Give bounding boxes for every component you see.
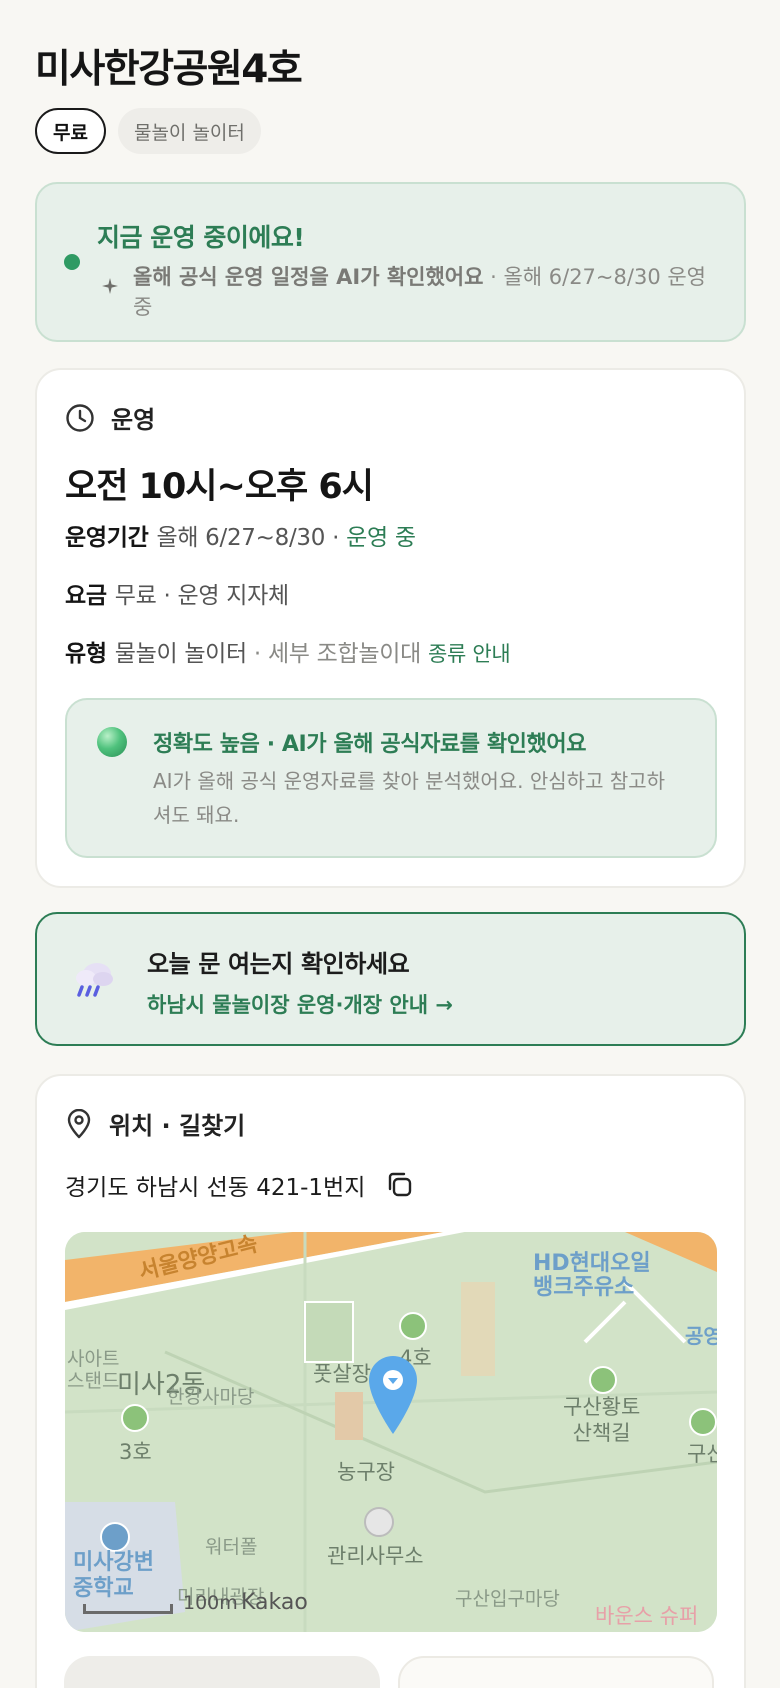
map-label-trail-line2: 산책길 <box>572 1421 631 1445</box>
map-view[interactable]: 서울양양고속 HD현대오일 뱅크주유소 공영 사아트 스탠드 미사2동 한강사마… <box>65 1232 717 1632</box>
map-label-bounce: 바운스 슈퍼 <box>595 1604 699 1628</box>
operating-hours: 오전 10시~오후 6시 <box>65 467 374 507</box>
alert-title: 오늘 문 여는지 확인하세요 <box>147 950 410 978</box>
map-label-waterpool: 워터폴 <box>205 1536 258 1558</box>
map-marker-icon[interactable] <box>367 1354 419 1438</box>
type-value: 물놀이 놀이터 <box>114 641 247 667</box>
status-sub-bold: 올해 공식 운영 일정을 AI가 확인했어요 <box>133 265 484 289</box>
map-label-trail: 구산황토 산책길 <box>563 1394 640 1446</box>
period-value: 올해 6/27~8/30 · <box>156 525 347 551</box>
map-label-trail-line1: 구산황토 <box>563 1395 641 1419</box>
alert-link[interactable]: 하남시 물놀이장 운영·개장 안내 → <box>147 989 453 1019</box>
tag-free[interactable]: 무료 <box>35 108 106 154</box>
operation-card: 운영 오전 10시~오후 6시 운영기간 올해 6/27~8/30 · 운영 중 … <box>35 368 746 888</box>
type-guide-link[interactable]: 종류 안내 <box>428 642 511 666</box>
map-label-parking: 공영 <box>685 1324 717 1348</box>
fee-value: 무료 · 운영 지자체 <box>114 583 289 609</box>
map-label-school-line1: 미사강변 <box>73 1550 154 1575</box>
tree-icon <box>689 1408 717 1436</box>
location-card: 위치 · 길찾기 경기도 하남시 선동 421-1번지 서울양양고속 HD현대오… <box>35 1074 746 1688</box>
address-row: 경기도 하남시 선동 421-1번지 <box>65 1168 415 1202</box>
map-label-school: 미사강변 중학교 <box>73 1550 154 1602</box>
tree-icon <box>589 1366 617 1394</box>
map-label-school-line2: 중학교 <box>73 1576 134 1601</box>
map-label-entrance: 구산입구마당 <box>455 1588 560 1610</box>
period-key: 운영기간 <box>65 525 149 551</box>
accuracy-orb-icon <box>97 727 127 757</box>
operating-status-card: 지금 운영 중이에요! 올해 공식 운영 일정을 AI가 확인했어요 · 올해 … <box>35 182 746 342</box>
location-pin-icon <box>67 1108 91 1138</box>
page-title: 미사한강공원4호 <box>35 47 303 92</box>
bottom-action-right[interactable] <box>398 1656 714 1688</box>
map-label-site-line2: 스탠드 <box>67 1370 120 1392</box>
sparkle-icon <box>102 278 118 294</box>
operation-section-header: 운영 <box>65 400 155 435</box>
map-label-area3: 3호 <box>119 1440 152 1464</box>
rain-cloud-icon <box>76 963 113 997</box>
map-label-station-line1: HD현대오일 <box>533 1251 651 1276</box>
map-label-madang: 한강사마당 <box>167 1386 255 1408</box>
accuracy-box: 정확도 높음 · AI가 올해 공식자료를 확인했어요 AI가 올해 공식 운영… <box>65 698 717 858</box>
location-section-label: 위치 · 길찾기 <box>109 1112 246 1140</box>
type-detail: · 세부 조합놀이대 <box>246 641 428 667</box>
tree-icon <box>121 1404 149 1432</box>
type-key: 유형 <box>65 641 107 667</box>
accuracy-title: 정확도 높음 · AI가 올해 공식자료를 확인했어요 <box>153 732 587 757</box>
accuracy-body: AI가 올해 공식 운영자료를 찾아 분석했어요. 안심하고 참고하셔도 돼요. <box>153 769 666 827</box>
tree-icon <box>399 1312 427 1340</box>
map-label-site: 사아트 스탠드 <box>67 1348 119 1392</box>
map-label-station-line2: 뱅크주유소 <box>533 1275 635 1300</box>
tag-list: 무료 물놀이 놀이터 <box>35 108 261 154</box>
map-label-gusan: 구산 <box>687 1442 717 1466</box>
tag-water-playground[interactable]: 물놀이 놀이터 <box>117 108 261 154</box>
check-open-alert[interactable]: 오늘 문 여는지 확인하세요 하남시 물놀이장 운영·개장 안내 → <box>35 912 746 1046</box>
map-label-court: 농구장 <box>337 1460 395 1484</box>
fee-row: 요금 무료 · 운영 지자체 <box>65 576 289 610</box>
fee-key: 요금 <box>65 583 107 609</box>
status-dot-icon <box>64 254 80 270</box>
bottom-action-left[interactable] <box>64 1656 380 1688</box>
status-subtitle: 올해 공식 운영 일정을 AI가 확인했어요 · 올해 6/27~8/30 운영… <box>133 262 723 322</box>
map-label-office: 관리사무소 <box>327 1544 424 1568</box>
map-label-station: HD현대오일 뱅크주유소 <box>533 1252 651 1300</box>
location-section-header: 위치 · 길찾기 <box>65 1106 245 1141</box>
map-scale-label: 100m <box>183 1592 238 1614</box>
map-label-site-line1: 사아트 <box>67 1348 120 1370</box>
address-text: 경기도 하남시 선동 421-1번지 <box>65 1175 366 1201</box>
map-label-grass: 풋살장 <box>313 1362 371 1386</box>
map-brand-label: Kakao <box>241 1590 308 1615</box>
type-row: 유형 물놀이 놀이터 · 세부 조합놀이대 종류 안내 <box>65 634 511 668</box>
period-status: 운영 중 <box>346 525 416 551</box>
status-title: 지금 운영 중이에요! <box>97 223 305 252</box>
map-scale-bar <box>83 1604 173 1614</box>
operation-section-label: 운영 <box>111 406 156 434</box>
period-row: 운영기간 올해 6/27~8/30 · 운영 중 <box>65 518 416 552</box>
copy-icon[interactable] <box>385 1170 415 1200</box>
clock-icon <box>66 403 94 432</box>
